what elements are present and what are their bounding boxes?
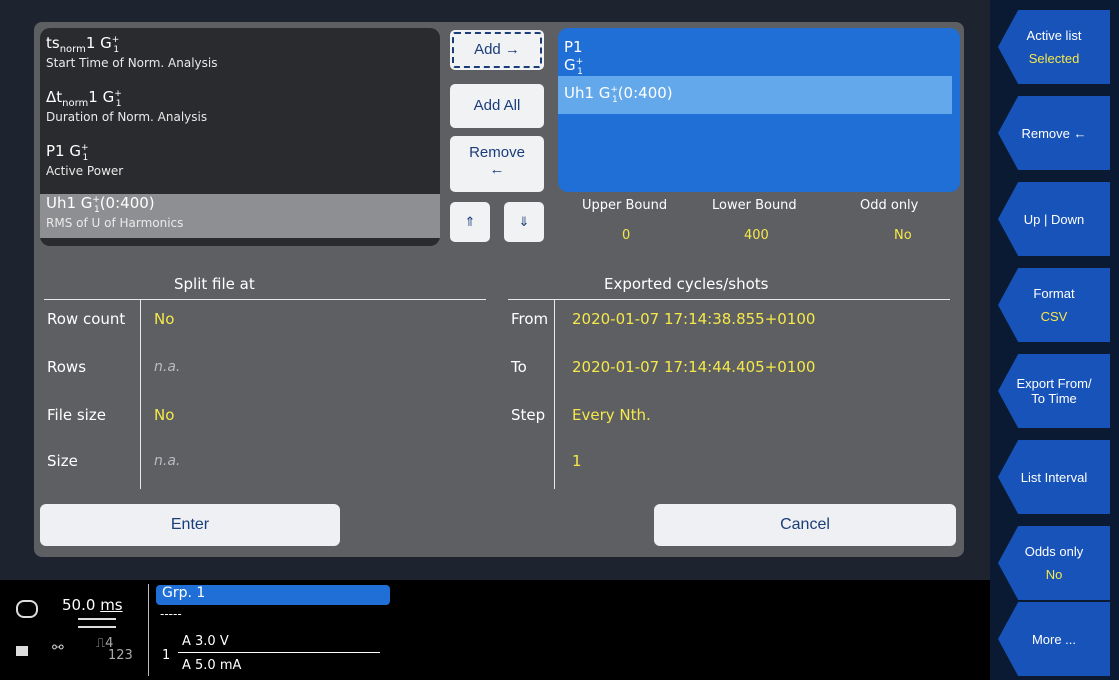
rows-label: Rows bbox=[47, 358, 87, 376]
probe-icon: ⚯ bbox=[52, 640, 64, 656]
step-value[interactable]: Every Nth. bbox=[572, 406, 651, 424]
add-all-button[interactable]: Add All bbox=[450, 84, 544, 128]
file-size-label: File size bbox=[47, 406, 106, 424]
item-description: RMS of U of Harmonics bbox=[46, 216, 184, 230]
softkey-more[interactable]: More ... bbox=[998, 602, 1110, 676]
to-value[interactable]: 2020-01-07 17:14:44.405+0100 bbox=[572, 358, 815, 376]
row-count-label: Row count bbox=[47, 310, 126, 328]
list-item-highlighted[interactable]: Uh1 G+1(0:400) bbox=[558, 76, 952, 114]
group-badge[interactable]: Grp. 1 bbox=[156, 585, 390, 605]
softkey-up-down[interactable]: Up | Down bbox=[998, 182, 1110, 256]
remove-button[interactable]: Remove ← bbox=[450, 136, 544, 192]
softkey-export-from-to-time[interactable]: Export From/ To Time bbox=[998, 354, 1110, 428]
exported-title: Exported cycles/shots bbox=[604, 275, 769, 293]
step-label: Step bbox=[511, 406, 546, 424]
group-sub: ----- bbox=[160, 607, 182, 621]
export-dialog: tsnorm1 G+1 Start Time of Norm. Analysis… bbox=[34, 22, 964, 557]
upper-bound-value[interactable]: 0 bbox=[622, 228, 630, 243]
item-description: Start Time of Norm. Analysis bbox=[46, 56, 218, 70]
channel-number: 1 bbox=[162, 648, 171, 663]
step-count-value[interactable]: 1 bbox=[572, 452, 582, 470]
speech-bubble-icon[interactable] bbox=[16, 600, 38, 618]
softkey-format[interactable]: Format CSV bbox=[998, 268, 1110, 342]
available-list[interactable]: tsnorm1 G+1 Start Time of Norm. Analysis… bbox=[40, 28, 440, 246]
move-up-button[interactable]: ⇑ bbox=[450, 202, 490, 242]
to-label: To bbox=[511, 358, 527, 376]
add-button[interactable]: Add → bbox=[450, 30, 544, 70]
channel-range-voltage[interactable]: A 3.0 V bbox=[182, 634, 229, 649]
channel-range-current[interactable]: A 5.0 mA bbox=[182, 658, 241, 673]
upper-bound-label: Upper Bound bbox=[582, 198, 668, 213]
cancel-button[interactable]: Cancel bbox=[654, 504, 956, 546]
move-down-button[interactable]: ⇓ bbox=[504, 202, 544, 242]
status-bar: 50.0 ms ⚯ ⎍4 123 Grp. 1 ----- 1 A 3.0 V … bbox=[0, 580, 990, 680]
file-size-value[interactable]: No bbox=[154, 406, 174, 424]
list-item[interactable]: tsnorm1 G+1 Start Time of Norm. Analysis bbox=[46, 34, 438, 70]
list-item[interactable]: P1 G+1 Active Power bbox=[46, 142, 438, 178]
list-item[interactable]: P1 G+1 bbox=[564, 38, 606, 77]
list-item-highlighted[interactable]: Uh1 G+1(0:400) RMS of U of Harmonics bbox=[40, 194, 440, 238]
size-label: Size bbox=[47, 452, 78, 470]
softkey-odds-only[interactable]: Odds only No bbox=[998, 526, 1110, 600]
time-scale-icon bbox=[78, 618, 116, 628]
from-value[interactable]: 2020-01-07 17:14:38.855+0100 bbox=[572, 310, 815, 328]
lower-bound-value[interactable]: 400 bbox=[744, 228, 769, 243]
softkey-panel: Active list Selected Remove ← Up | Down F… bbox=[990, 0, 1119, 680]
softkey-active-list[interactable]: Active list Selected bbox=[998, 10, 1110, 84]
usb-digits: 123 bbox=[108, 648, 133, 663]
odd-only-label: Odd only bbox=[860, 198, 919, 213]
item-description: Active Power bbox=[46, 164, 124, 178]
selected-list[interactable]: P1 G+1 Uh1 G+1(0:400) bbox=[558, 28, 960, 192]
row-count-value[interactable]: No bbox=[154, 310, 174, 328]
rows-value: n.a. bbox=[154, 359, 181, 375]
item-description: Duration of Norm. Analysis bbox=[46, 110, 208, 124]
split-file-title: Split file at bbox=[174, 275, 255, 293]
size-value: n.a. bbox=[154, 453, 181, 469]
enter-button[interactable]: Enter bbox=[40, 504, 340, 546]
odd-only-value[interactable]: No bbox=[894, 228, 912, 243]
softkey-remove[interactable]: Remove ← bbox=[998, 96, 1110, 170]
unlock-icon[interactable] bbox=[16, 646, 28, 656]
lower-bound-label: Lower Bound bbox=[712, 198, 797, 213]
from-label: From bbox=[511, 310, 549, 328]
softkey-list-interval[interactable]: List Interval bbox=[998, 440, 1110, 514]
time-per-div[interactable]: 50.0 ms bbox=[62, 596, 123, 614]
list-item[interactable]: Δtnorm1 G+1 Duration of Norm. Analysis bbox=[46, 88, 438, 124]
